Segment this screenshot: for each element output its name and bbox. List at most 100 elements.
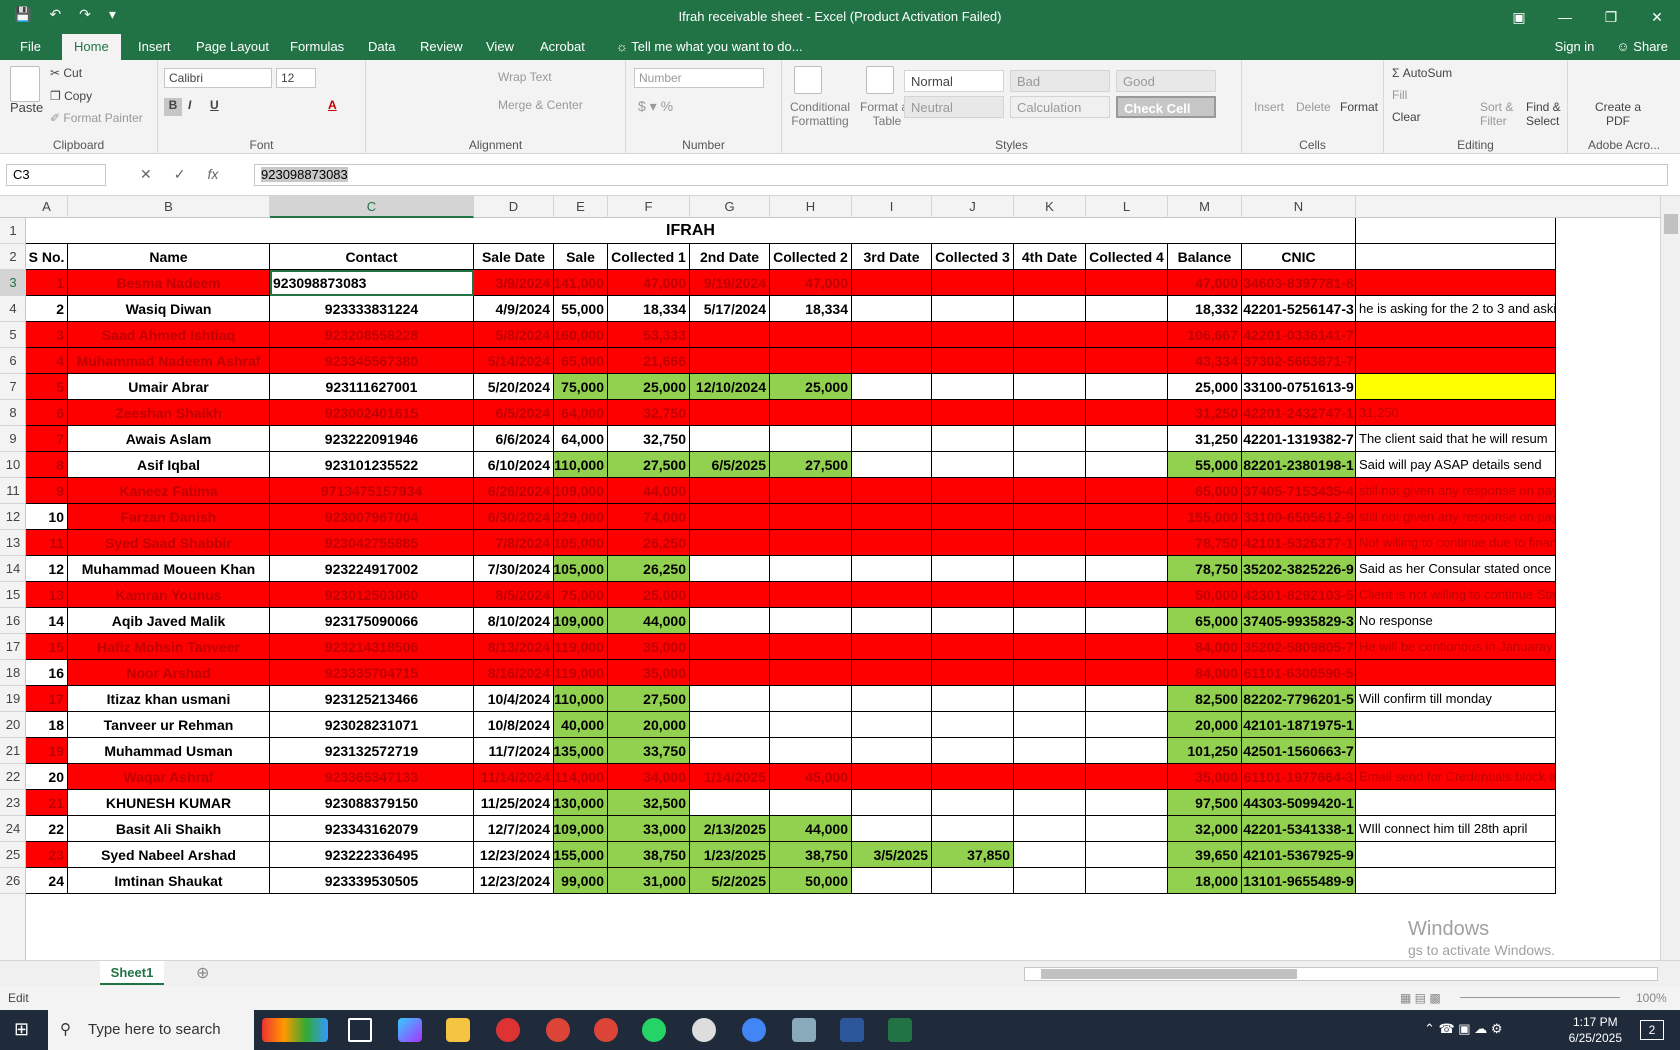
- column-header-c[interactable]: C: [270, 196, 474, 218]
- table-cell[interactable]: 6/5/2025: [690, 452, 770, 478]
- table-cell[interactable]: 42101-1871975-1: [1242, 712, 1356, 738]
- style-good[interactable]: Good: [1116, 70, 1216, 92]
- table-cell[interactable]: 55,000: [1168, 452, 1242, 478]
- row-header-25[interactable]: 25: [0, 842, 26, 868]
- table-cell[interactable]: [852, 426, 932, 452]
- table-cell[interactable]: [932, 530, 1014, 556]
- table-cell[interactable]: 160,000: [554, 322, 608, 348]
- table-cell[interactable]: [1356, 270, 1556, 296]
- table-cell[interactable]: 12/23/2024: [474, 842, 554, 868]
- table-cell[interactable]: [690, 712, 770, 738]
- notepad-icon[interactable]: [792, 1018, 816, 1042]
- table-cell[interactable]: 42201-5256147-3: [1242, 296, 1356, 322]
- table-cell[interactable]: Muhammad Moueen Khan: [68, 556, 270, 582]
- table-cell[interactable]: 27,500: [608, 686, 690, 712]
- table-cell[interactable]: Email send for Credentials block as: [1356, 764, 1556, 790]
- row-header-19[interactable]: 19: [0, 686, 26, 712]
- table-cell[interactable]: Kamran Younus: [68, 582, 270, 608]
- table-cell[interactable]: [690, 322, 770, 348]
- table-cell[interactable]: 25,000: [608, 374, 690, 400]
- table-cell[interactable]: 20,000: [1168, 712, 1242, 738]
- table-cell[interactable]: [770, 348, 852, 374]
- table-cell[interactable]: [932, 322, 1014, 348]
- table-cell[interactable]: Aqib Javed Malik: [68, 608, 270, 634]
- table-cell[interactable]: [1014, 764, 1086, 790]
- header-cell[interactable]: Sale: [554, 244, 608, 270]
- table-cell[interactable]: [1356, 322, 1556, 348]
- row-header-8[interactable]: 8: [0, 400, 26, 426]
- table-cell[interactable]: 9: [26, 478, 68, 504]
- clear-button[interactable]: Clear: [1392, 110, 1421, 124]
- table-cell[interactable]: [1086, 868, 1168, 894]
- table-cell[interactable]: 55,000: [554, 296, 608, 322]
- autosum-button[interactable]: Σ AutoSum: [1392, 66, 1452, 80]
- column-header-m[interactable]: M: [1168, 196, 1242, 218]
- view-buttons[interactable]: ▦ ▤ ▩: [1400, 991, 1441, 1005]
- header-cell[interactable]: Name: [68, 244, 270, 270]
- table-cell[interactable]: [932, 608, 1014, 634]
- table-cell[interactable]: 923101235522: [270, 452, 474, 478]
- table-cell[interactable]: [770, 478, 852, 504]
- header-cell[interactable]: 4th Date: [1014, 244, 1086, 270]
- table-cell[interactable]: [690, 556, 770, 582]
- formula-input[interactable]: 923098873083: [254, 164, 1668, 186]
- table-cell[interactable]: 75,000: [554, 582, 608, 608]
- tab-view[interactable]: View: [474, 34, 526, 60]
- header-cell[interactable]: Collected 3: [932, 244, 1014, 270]
- table-cell[interactable]: Client is not willing to continue Stat: [1356, 582, 1556, 608]
- table-cell[interactable]: [852, 790, 932, 816]
- header-cell[interactable]: CNIC: [1242, 244, 1356, 270]
- table-cell[interactable]: 35202-5809805-7: [1242, 634, 1356, 660]
- table-cell[interactable]: 50,000: [1168, 582, 1242, 608]
- table-cell[interactable]: [932, 426, 1014, 452]
- app-icon[interactable]: [496, 1018, 520, 1042]
- table-cell[interactable]: Farzan Danish: [68, 504, 270, 530]
- table-cell[interactable]: 99,000: [554, 868, 608, 894]
- sheet-title[interactable]: IFRAH: [26, 218, 1356, 244]
- table-cell[interactable]: 7/30/2024: [474, 556, 554, 582]
- table-cell[interactable]: 20: [26, 764, 68, 790]
- table-cell[interactable]: [932, 712, 1014, 738]
- table-cell[interactable]: [932, 868, 1014, 894]
- table-cell[interactable]: Saad Ahmed Ishtiaq: [68, 322, 270, 348]
- sort-filter-button[interactable]: Sort & Filter: [1480, 100, 1524, 128]
- table-cell[interactable]: [1014, 712, 1086, 738]
- table-cell[interactable]: 65,000: [1168, 478, 1242, 504]
- notification-icon[interactable]: 2: [1640, 1020, 1664, 1040]
- table-cell[interactable]: 2/13/2025: [690, 816, 770, 842]
- table-cell[interactable]: 5/20/2024: [474, 374, 554, 400]
- table-cell[interactable]: 110,000: [554, 686, 608, 712]
- table-cell[interactable]: 42201-2432747-1: [1242, 400, 1356, 426]
- style-calculation[interactable]: Calculation: [1010, 96, 1110, 118]
- clock-app-icon[interactable]: [692, 1018, 716, 1042]
- table-cell[interactable]: [852, 374, 932, 400]
- table-cell[interactable]: [852, 660, 932, 686]
- table-cell[interactable]: 31,250: [1168, 426, 1242, 452]
- taskbar-search[interactable]: ⚲ Type here to search: [48, 1010, 254, 1050]
- zoom-slider[interactable]: [1460, 997, 1620, 998]
- table-cell[interactable]: 47,000: [608, 270, 690, 296]
- table-cell[interactable]: The client said that he will resum: [1356, 426, 1556, 452]
- table-cell[interactable]: 4: [26, 348, 68, 374]
- font-color-icon[interactable]: A: [328, 98, 337, 112]
- column-header-j[interactable]: J: [932, 196, 1014, 218]
- copilot-icon[interactable]: [398, 1018, 422, 1042]
- table-cell[interactable]: 34603-8397781-8: [1242, 270, 1356, 296]
- table-cell[interactable]: 11/25/2024: [474, 790, 554, 816]
- table-cell[interactable]: [1086, 400, 1168, 426]
- table-cell[interactable]: Noor Arshad: [68, 660, 270, 686]
- table-cell[interactable]: 923088379150: [270, 790, 474, 816]
- table-cell[interactable]: 1/23/2025: [690, 842, 770, 868]
- table-cell[interactable]: [932, 738, 1014, 764]
- close-icon[interactable]: ✕: [1634, 0, 1680, 34]
- table-cell[interactable]: 37302-5663871-7: [1242, 348, 1356, 374]
- table-cell[interactable]: Hafiz Mohsin Tanveer: [68, 634, 270, 660]
- header-cell[interactable]: S No.: [26, 244, 68, 270]
- table-cell[interactable]: [1086, 478, 1168, 504]
- table-cell[interactable]: 44,000: [770, 816, 852, 842]
- table-cell[interactable]: 18: [26, 712, 68, 738]
- format-cells-button[interactable]: Format: [1340, 100, 1378, 114]
- table-cell[interactable]: [770, 400, 852, 426]
- table-cell[interactable]: [1014, 816, 1086, 842]
- table-cell[interactable]: 2: [26, 296, 68, 322]
